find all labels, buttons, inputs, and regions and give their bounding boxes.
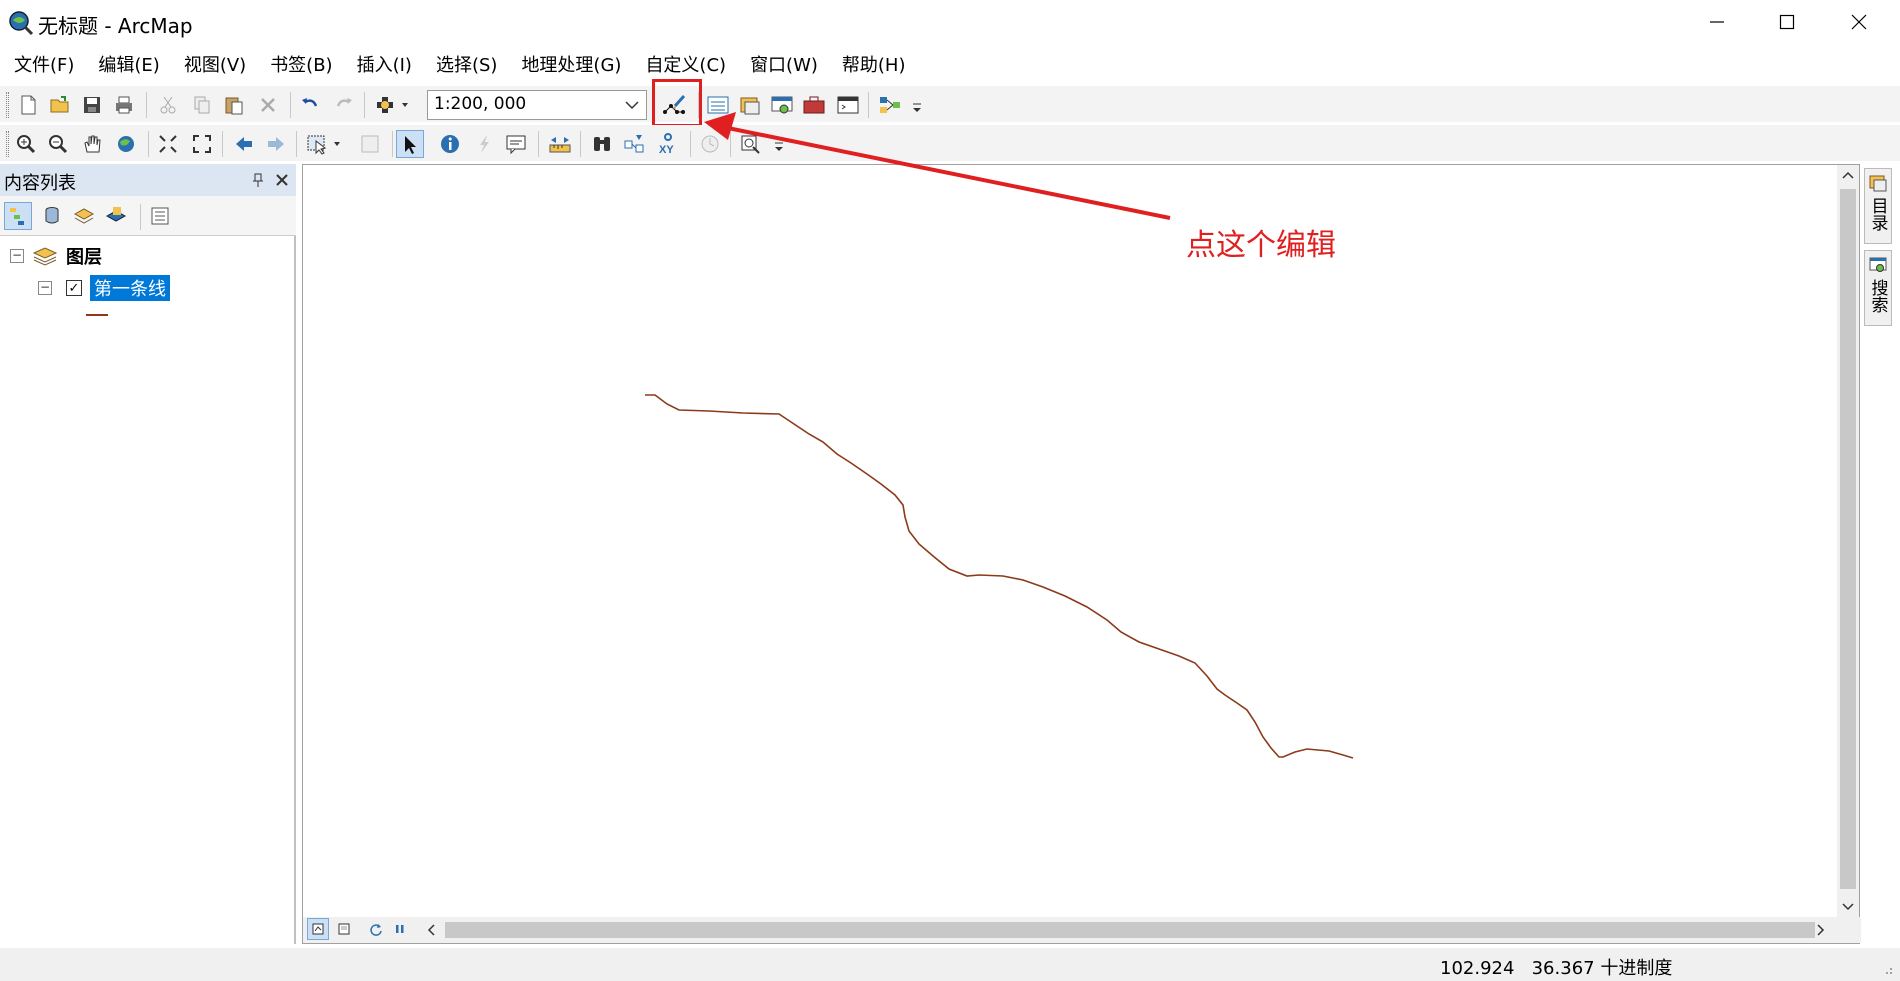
- annotation-text: 点这个编辑: [1186, 228, 1336, 263]
- coordinate-y: 36.367: [1531, 958, 1595, 979]
- coordinate-readout: 102.924 36.367 十进制度: [1440, 954, 1672, 980]
- annotation-arrow: [704, 112, 1171, 220]
- resize-grip-icon[interactable]: [1880, 962, 1894, 976]
- status-bar: 102.924 36.367 十进制度: [0, 948, 1900, 981]
- coordinate-units: 十进制度: [1600, 958, 1673, 979]
- coordinate-x: 102.924: [1440, 958, 1515, 979]
